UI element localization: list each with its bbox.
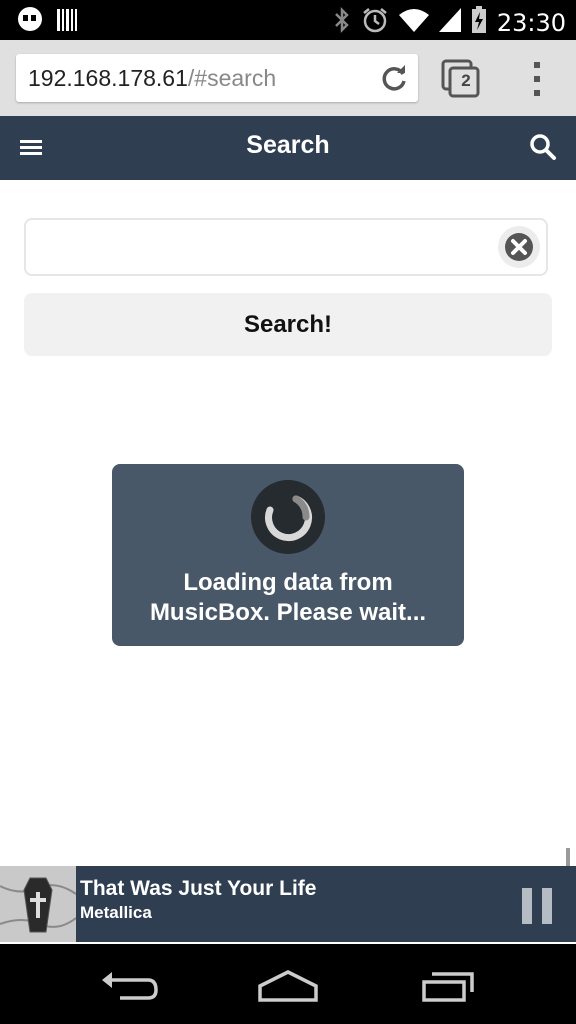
loading-spinner-icon xyxy=(251,480,325,554)
wifi-icon xyxy=(398,7,429,38)
clock: 23:30 xyxy=(496,8,566,37)
search-button[interactable]: Search! xyxy=(24,293,552,356)
loading-message-line1: Loading data from xyxy=(183,569,393,596)
tab-count: 2 xyxy=(461,71,471,90)
pause-icon[interactable] xyxy=(520,886,554,926)
track-artist: Metallica xyxy=(80,903,152,922)
search-field xyxy=(24,218,548,276)
scrollbar[interactable] xyxy=(566,848,570,866)
status-bar: 23:30 xyxy=(0,0,576,40)
track-title: That Was Just Your Life xyxy=(80,877,317,900)
home-icon[interactable] xyxy=(256,968,320,1004)
system-nav-bar xyxy=(0,944,576,1024)
overflow-menu-icon[interactable] xyxy=(524,58,550,100)
now-playing-bar[interactable]: That Was Just Your Life Metallica xyxy=(0,866,576,942)
reload-icon[interactable] xyxy=(378,62,410,94)
signal-icon xyxy=(438,7,461,38)
battery-icon xyxy=(471,6,487,39)
bluetooth-icon xyxy=(333,6,351,39)
loading-message: Loading data from MusicBox. Please wait.… xyxy=(112,568,464,628)
url-path: /#search xyxy=(187,65,277,91)
page-title: Search xyxy=(246,131,330,159)
barcode-icon xyxy=(56,7,78,38)
loading-dialog: Loading data from MusicBox. Please wait.… xyxy=(112,464,464,646)
loading-message-line2: MusicBox. Please wait... xyxy=(149,599,427,626)
search-input[interactable] xyxy=(38,230,502,266)
back-icon[interactable] xyxy=(96,968,160,1004)
album-art xyxy=(0,866,76,942)
search-icon[interactable] xyxy=(528,132,558,162)
alarm-icon xyxy=(361,6,389,39)
tab-switcher-button[interactable]: 2 xyxy=(440,58,482,100)
recent-apps-icon[interactable] xyxy=(416,968,480,1004)
address-bar[interactable]: 192.168.178.61/#search xyxy=(16,54,418,102)
url-host: 192.168.178.61 xyxy=(28,65,188,91)
browser-toolbar: 192.168.178.61/#search 2 xyxy=(0,40,576,116)
hangouts-icon xyxy=(16,6,44,39)
url-text[interactable]: 192.168.178.61/#search xyxy=(28,64,276,92)
app-header: Search xyxy=(0,116,576,180)
clear-icon[interactable] xyxy=(498,226,540,268)
